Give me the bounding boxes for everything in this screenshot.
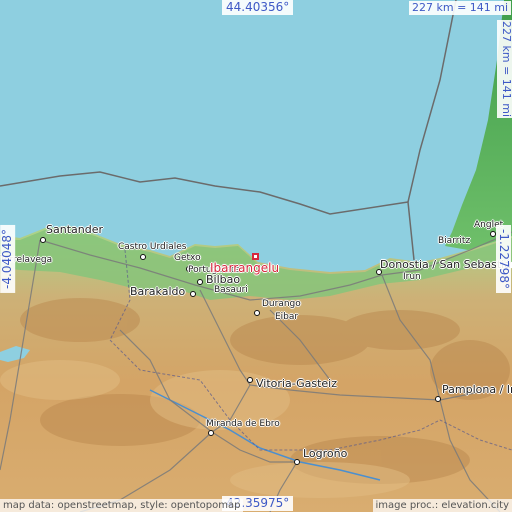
credit-map-data[interactable]: map data: openstreetmap, style: opentopo…	[0, 499, 244, 512]
santander-marker	[40, 237, 46, 243]
scale-right: 227 km = 141 mi	[497, 20, 512, 119]
label-logrono[interactable]: Logroño	[303, 448, 347, 459]
coord-left: -4.04048°	[0, 225, 16, 293]
label-barakaldo[interactable]: Barakaldo	[130, 286, 185, 297]
label-getxo[interactable]: Getxo	[174, 254, 201, 263]
logrono-marker	[294, 459, 300, 465]
ibarrangelu-marker[interactable]	[252, 253, 259, 260]
vitoria-marker	[247, 377, 253, 383]
label-basauri[interactable]: Basauri	[214, 286, 248, 295]
scale-top: 227 km = 141 mi	[409, 1, 512, 16]
label-eibar[interactable]: Eibar	[275, 313, 298, 322]
label-castro-urdiales[interactable]: Castro Urdiales	[118, 243, 186, 252]
castro-urdiales-marker	[140, 254, 146, 260]
label-miranda[interactable]: Miranda de Ebro	[206, 420, 280, 429]
label-santander[interactable]: Santander	[46, 224, 103, 235]
pamplona-marker	[435, 396, 441, 402]
label-biarritz[interactable]: Biarritz	[438, 237, 470, 246]
label-donostia[interactable]: Donostia / San Sebastián	[380, 259, 512, 270]
label-vitoria[interactable]: Vitoria-Gasteiz	[256, 378, 337, 389]
barakaldo-marker	[190, 291, 196, 297]
label-ibarrangelu[interactable]: Ibarrangelu	[210, 262, 279, 274]
coord-top: 44.40356°	[222, 0, 294, 16]
credit-image-processing[interactable]: image proc.: elevation.city	[372, 499, 512, 512]
miranda-marker	[208, 430, 214, 436]
durango-marker	[254, 310, 260, 316]
label-pamplona[interactable]: Pamplona / Iruña	[442, 384, 512, 395]
bilbao-marker	[197, 279, 203, 285]
label-durango[interactable]: Durango	[262, 300, 301, 309]
label-bilbao[interactable]: Bilbao	[206, 274, 240, 285]
coord-right: -1.22798°	[496, 225, 512, 293]
map-canvas[interactable]: Santander Torrelavega Castro Urdiales Ge…	[0, 0, 512, 512]
label-irun[interactable]: Irun	[403, 273, 421, 282]
